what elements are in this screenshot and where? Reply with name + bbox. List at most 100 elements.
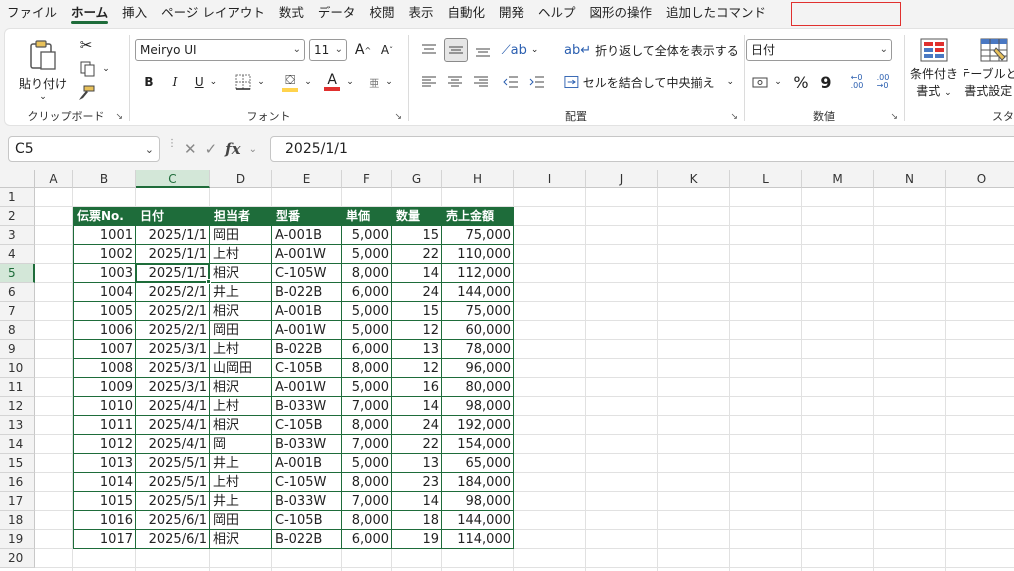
table-cell[interactable]: 5,000 — [342, 302, 392, 321]
row-header[interactable]: 14 — [0, 435, 35, 454]
table-cell[interactable]: 2025/1/1 — [136, 264, 210, 283]
row-header[interactable]: 9 — [0, 340, 35, 359]
row-header[interactable]: 20 — [0, 549, 35, 568]
table-cell[interactable]: 1010 — [73, 397, 136, 416]
table-cell[interactable]: 75,000 — [442, 302, 514, 321]
table-cell[interactable]: 相沢 — [210, 378, 272, 397]
table-cell[interactable]: 15 — [392, 302, 442, 321]
fill-handle[interactable] — [206, 279, 211, 284]
row-header[interactable]: 7 — [0, 302, 35, 321]
column-header[interactable]: H — [442, 170, 514, 188]
fill-color-button[interactable]: ⛋ ⌄ — [277, 69, 317, 95]
table-cell[interactable]: 5,000 — [342, 454, 392, 473]
menu-tab[interactable]: 表示 — [401, 0, 440, 26]
table-cell[interactable]: C-105B — [272, 511, 342, 530]
table-cell[interactable]: 2025/3/1 — [136, 378, 210, 397]
column-header[interactable]: I — [514, 170, 586, 188]
table-cell[interactable]: 75,000 — [442, 226, 514, 245]
column-header[interactable]: J — [586, 170, 658, 188]
table-cell[interactable]: 2025/3/1 — [136, 359, 210, 378]
column-header[interactable]: C — [136, 170, 210, 188]
table-cell[interactable]: 6,000 — [342, 530, 392, 549]
table-cell[interactable]: 1014 — [73, 473, 136, 492]
wrap-text-button[interactable]: ab↵ 折り返して全体を表示する — [564, 39, 739, 61]
row-header[interactable]: 4 — [0, 245, 35, 264]
table-cell[interactable]: C-105W — [272, 264, 342, 283]
currency-button[interactable]: ⌄ — [748, 71, 786, 93]
table-cell[interactable]: 2025/2/1 — [136, 321, 210, 340]
percent-button[interactable]: % — [790, 71, 812, 93]
table-cell[interactable]: 1016 — [73, 511, 136, 530]
row-header[interactable]: 18 — [0, 511, 35, 530]
table-cell[interactable]: 1009 — [73, 378, 136, 397]
table-cell[interactable]: 24 — [392, 283, 442, 302]
column-header[interactable]: O — [946, 170, 1014, 188]
number-format-select[interactable]: 日付 ⌄ — [746, 39, 892, 61]
table-cell[interactable]: 96,000 — [442, 359, 514, 378]
table-cell[interactable]: 8,000 — [342, 264, 392, 283]
menu-tab[interactable]: ヘルプ — [531, 0, 583, 26]
table-cell[interactable]: 井上 — [210, 454, 272, 473]
table-cell[interactable]: 184,000 — [442, 473, 514, 492]
table-cell[interactable]: 2025/1/1 — [136, 245, 210, 264]
table-cell[interactable]: 23 — [392, 473, 442, 492]
table-cell[interactable]: 上村 — [210, 473, 272, 492]
dialog-launcher-icon[interactable]: ↘ — [730, 112, 738, 122]
decrease-decimal-button[interactable]: .00 →0 — [872, 71, 894, 93]
menu-tab[interactable]: 図形の操作 — [583, 0, 660, 26]
menu-tab[interactable]: 数式 — [272, 0, 311, 26]
table-cell[interactable]: 14 — [392, 492, 442, 511]
font-name-select[interactable]: Meiryo UI ⌄ — [135, 39, 305, 61]
paste-button[interactable]: 貼り付け ⌄ — [19, 35, 67, 105]
table-cell[interactable]: 2025/1/1 — [136, 226, 210, 245]
table-cell[interactable]: A-001W — [272, 245, 342, 264]
table-cell[interactable]: 110,000 — [442, 245, 514, 264]
row-header[interactable]: 6 — [0, 283, 35, 302]
table-cell[interactable]: 144,000 — [442, 511, 514, 530]
table-cell[interactable]: 1006 — [73, 321, 136, 340]
table-cell[interactable]: 2025/4/1 — [136, 397, 210, 416]
orientation-button[interactable]: ⟋ab ⌄ — [500, 39, 540, 61]
increase-decimal-button[interactable]: ←0.00 — [846, 71, 868, 93]
table-cell[interactable]: C-105B — [272, 359, 342, 378]
table-cell[interactable]: 98,000 — [442, 397, 514, 416]
table-cell[interactable]: 岡 — [210, 435, 272, 454]
table-cell[interactable]: 14 — [392, 397, 442, 416]
column-header[interactable]: N — [874, 170, 946, 188]
table-cell[interactable]: 13 — [392, 340, 442, 359]
table-cell[interactable]: 8,000 — [342, 473, 392, 492]
table-header-cell[interactable]: 日付 — [136, 207, 210, 226]
italic-button[interactable]: I — [165, 71, 185, 93]
menu-tab[interactable]: ファイル — [0, 0, 64, 26]
table-cell[interactable]: 相沢 — [210, 530, 272, 549]
table-cell[interactable]: 1002 — [73, 245, 136, 264]
row-header[interactable]: 3 — [0, 226, 35, 245]
table-cell[interactable]: 24 — [392, 416, 442, 435]
menu-tab[interactable]: データ — [311, 0, 363, 26]
table-cell[interactable]: B-022B — [272, 530, 342, 549]
table-cell[interactable]: B-033W — [272, 492, 342, 511]
bold-button[interactable]: B — [139, 71, 159, 93]
table-cell[interactable]: 22 — [392, 435, 442, 454]
table-cell[interactable]: A-001W — [272, 378, 342, 397]
table-cell[interactable]: 2025/2/1 — [136, 283, 210, 302]
table-cell[interactable]: B-022B — [272, 340, 342, 359]
row-header[interactable]: 11 — [0, 378, 35, 397]
underline-button[interactable]: U ⌄ — [189, 71, 223, 93]
table-cell[interactable]: B-033W — [272, 397, 342, 416]
table-cell[interactable]: 8,000 — [342, 416, 392, 435]
table-cell[interactable]: 12 — [392, 359, 442, 378]
table-cell[interactable]: 5,000 — [342, 378, 392, 397]
table-cell[interactable]: 井上 — [210, 492, 272, 511]
table-cell[interactable]: 2025/5/1 — [136, 454, 210, 473]
table-cell[interactable]: 18 — [392, 511, 442, 530]
table-cell[interactable]: 1001 — [73, 226, 136, 245]
table-cell[interactable]: 1003 — [73, 264, 136, 283]
column-header[interactable]: K — [658, 170, 730, 188]
table-cell[interactable]: 7,000 — [342, 397, 392, 416]
table-cell[interactable]: C-105B — [272, 416, 342, 435]
table-cell[interactable]: 112,000 — [442, 264, 514, 283]
table-cell[interactable]: 154,000 — [442, 435, 514, 454]
table-cell[interactable]: 岡田 — [210, 321, 272, 340]
grow-font-button[interactable]: A ^ — [353, 39, 373, 61]
